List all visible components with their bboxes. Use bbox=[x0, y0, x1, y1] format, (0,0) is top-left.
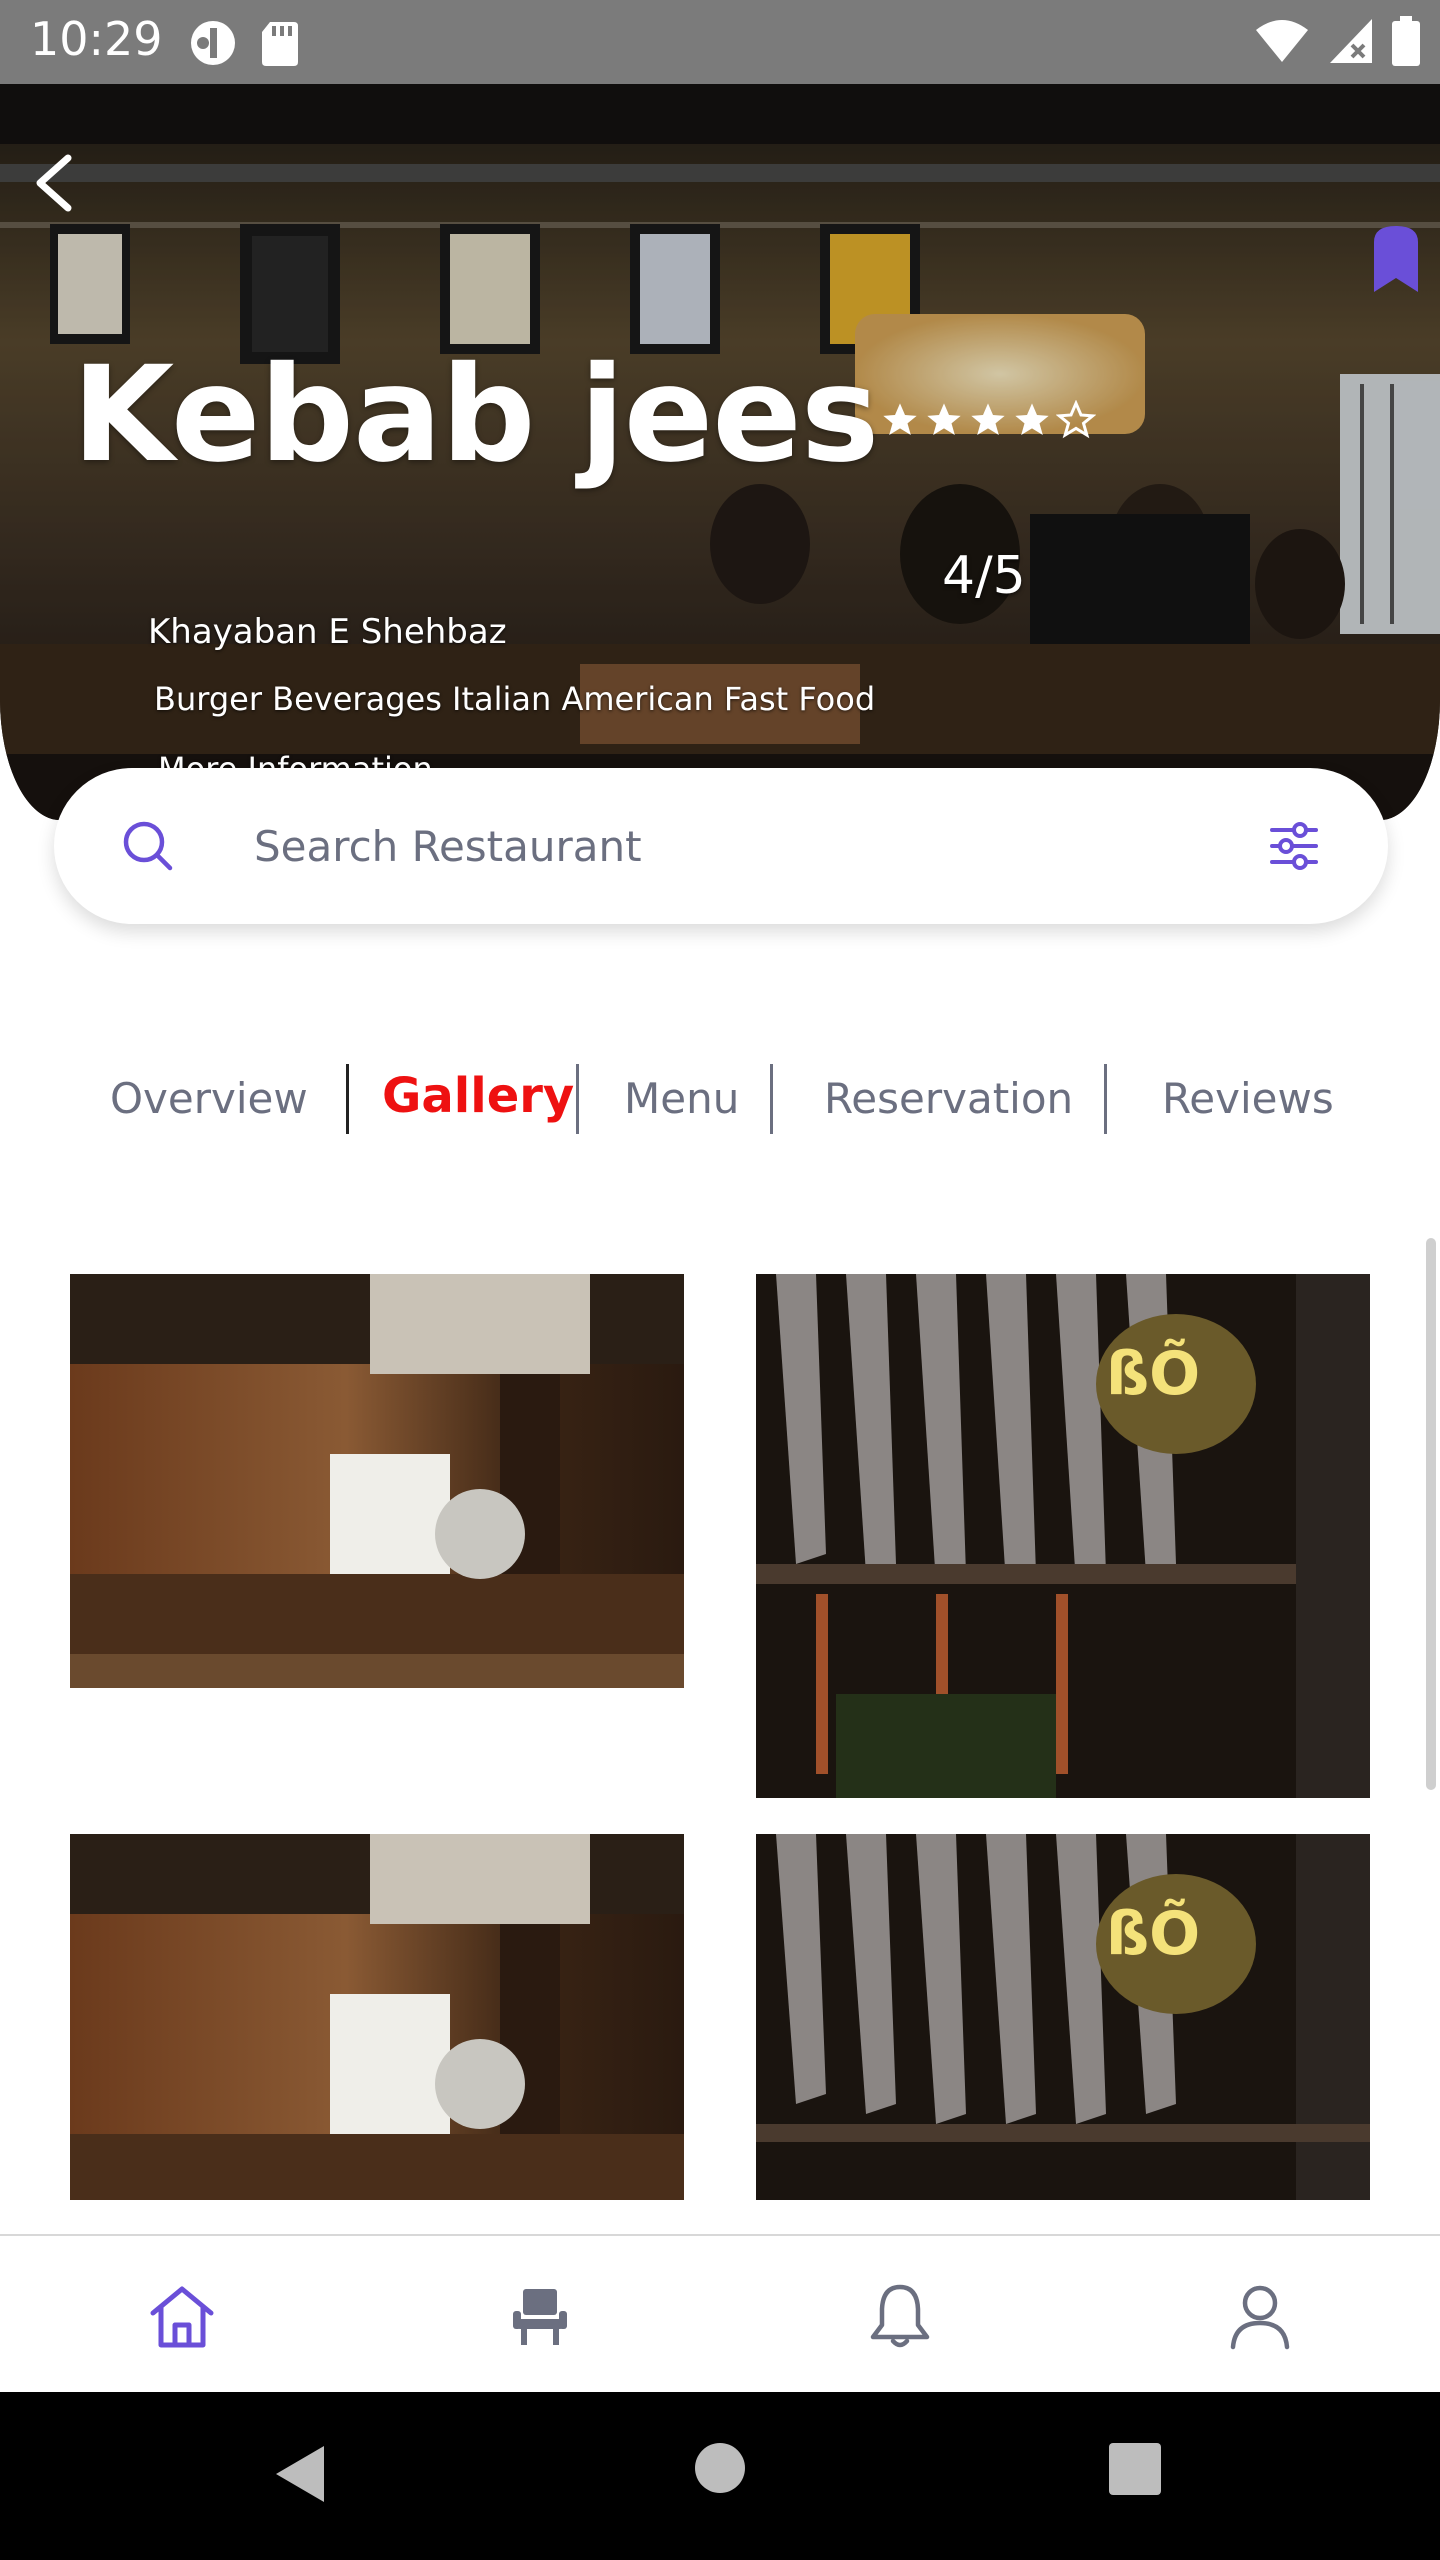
restaurant-cuisines: Burger Beverages Italian American Fast F… bbox=[154, 680, 876, 718]
gallery-image-interior[interactable] bbox=[70, 1274, 684, 1688]
restaurant-name: Kebab jees bbox=[72, 338, 879, 492]
nav-notifications[interactable] bbox=[858, 2274, 942, 2358]
chair-icon bbox=[513, 2289, 567, 2345]
gallery-image-exterior[interactable]: ßÕ bbox=[756, 1834, 1370, 2200]
bookmark-icon bbox=[1374, 226, 1418, 292]
search-bar bbox=[54, 768, 1388, 924]
nav-profile[interactable] bbox=[1218, 2274, 1302, 2358]
star-filled-icon bbox=[971, 403, 1005, 435]
back-button[interactable] bbox=[22, 148, 92, 218]
star-outline-icon bbox=[1056, 400, 1096, 439]
tab-menu[interactable]: Menu bbox=[624, 1074, 739, 1123]
tab-divider bbox=[770, 1064, 773, 1134]
bell-icon bbox=[870, 2284, 930, 2348]
system-home-icon[interactable] bbox=[694, 2442, 746, 2494]
user-icon bbox=[1230, 2285, 1290, 2350]
exterior-photo: ßÕ bbox=[756, 1834, 1370, 2200]
svg-text:ßÕ: ßÕ bbox=[1106, 1338, 1200, 1409]
rating-stars bbox=[880, 400, 1096, 440]
search-input[interactable] bbox=[254, 798, 1154, 894]
tab-divider bbox=[1104, 1064, 1107, 1134]
scrollbar-thumb[interactable] bbox=[1426, 1238, 1436, 1790]
status-time: 10:29 bbox=[30, 12, 163, 66]
rating-text: 4/5 bbox=[942, 546, 1026, 606]
system-back-icon[interactable] bbox=[270, 2442, 330, 2506]
system-recents-icon[interactable] bbox=[1108, 2442, 1162, 2496]
bottom-navigation bbox=[0, 2234, 1440, 2392]
signal-icon bbox=[191, 21, 235, 65]
interior-photo bbox=[70, 1834, 684, 2200]
gallery-image-exterior[interactable]: ßÕ bbox=[756, 1274, 1370, 1798]
nav-home[interactable] bbox=[140, 2274, 224, 2358]
status-bar: 10:29 bbox=[0, 0, 1440, 84]
sd-card-icon bbox=[262, 22, 298, 66]
bookmark-button[interactable] bbox=[1374, 226, 1418, 296]
star-filled-icon bbox=[1015, 403, 1049, 435]
gallery-image-interior[interactable] bbox=[70, 1834, 684, 2200]
tab-reviews[interactable]: Reviews bbox=[1162, 1074, 1334, 1123]
tab-gallery[interactable]: Gallery bbox=[382, 1068, 574, 1124]
hero-banner: Kebab jees 4/5 Khayaban E Shehbaz Burger… bbox=[0, 84, 1440, 820]
star-filled-icon bbox=[883, 403, 917, 435]
exterior-photo: ßÕ bbox=[756, 1274, 1370, 1798]
restaurant-tabs: Overview Gallery Menu Reservation Review… bbox=[0, 1060, 1440, 1140]
star-filled-icon bbox=[927, 403, 961, 435]
cellular-icon bbox=[1330, 19, 1372, 63]
home-icon bbox=[150, 2286, 214, 2348]
battery-icon bbox=[1392, 16, 1420, 66]
tab-divider bbox=[576, 1064, 579, 1134]
filter-sliders-icon[interactable] bbox=[1266, 818, 1322, 874]
restaurant-area: Khayaban E Shehbaz bbox=[148, 612, 507, 652]
wifi-icon bbox=[1256, 20, 1308, 62]
tab-reservation[interactable]: Reservation bbox=[824, 1074, 1073, 1123]
tab-overview[interactable]: Overview bbox=[110, 1074, 308, 1123]
search-icon bbox=[123, 821, 173, 871]
chevron-left-icon bbox=[36, 154, 72, 212]
system-navigation-bar bbox=[0, 2392, 1440, 2560]
nav-reservations[interactable] bbox=[498, 2274, 582, 2358]
svg-text:ßÕ: ßÕ bbox=[1106, 1898, 1200, 1969]
tab-divider bbox=[346, 1064, 349, 1134]
interior-photo bbox=[70, 1274, 684, 1688]
